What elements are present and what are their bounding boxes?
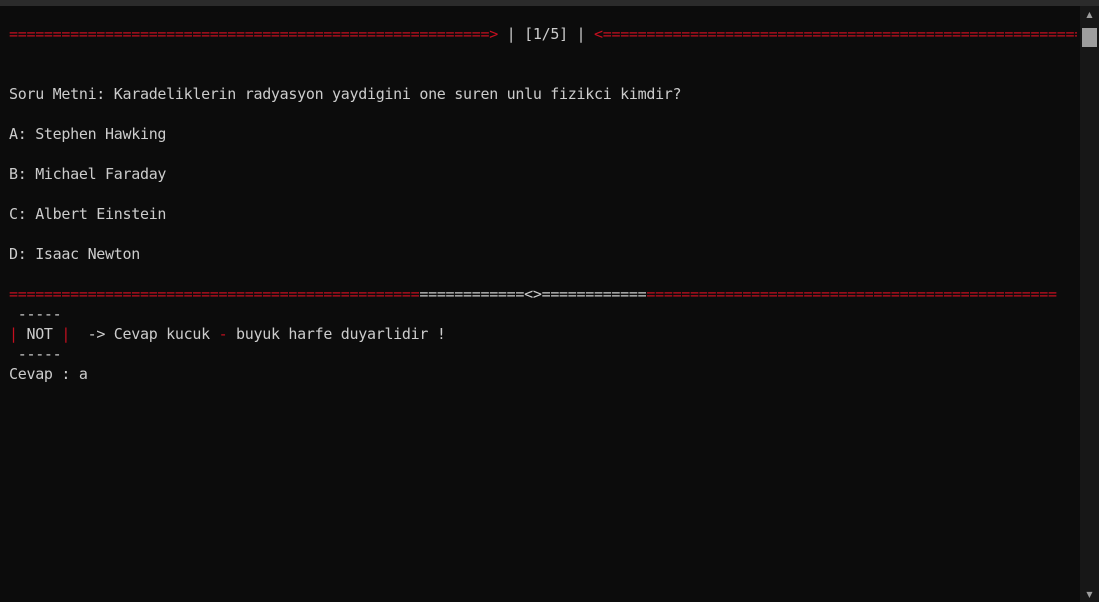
scrollbar-thumb[interactable] [1082,28,1097,47]
question-header: ========================================… [9,24,1077,44]
console-output: ========================================… [9,24,1077,600]
terminal-window: ========================================… [0,0,1099,602]
note-line: | NOT | -> Cevap kucuk - buyuk harfe duy… [9,324,1077,344]
note-bar-left: | [9,325,18,343]
header-sep-left: | [497,25,525,43]
vertical-scrollbar[interactable]: ▲ ▼ [1080,6,1099,602]
option-c: C: Albert Einstein [9,205,167,223]
note-bar-right: | [61,325,71,343]
answer-prompt: Cevap : [9,365,79,383]
divider-middle: ============<>============ [419,285,647,303]
note-dashes-bottom: ----- [9,345,62,363]
note-label: NOT [17,325,62,343]
divider-right: ========================================… [646,285,1057,303]
scroll-down-arrow-icon[interactable]: ▼ [1080,588,1099,602]
divider-line: ========================================… [9,284,1077,304]
answer-input[interactable]: a [79,365,88,383]
note-arrow-text: -> Cevap kucuk [70,325,219,343]
answer-line[interactable]: Cevap : a [9,364,1077,384]
option-b: B: Michael Faraday [9,165,167,183]
question-text: Soru Metni: Karadeliklerin radyasyon yay… [9,85,682,103]
option-a: A: Stephen Hawking [9,125,167,143]
header-left-rule: ========================================… [9,25,498,43]
question-counter: [1/5] [524,25,568,43]
option-d: D: Isaac Newton [9,245,140,263]
header-sep-right: | [567,25,594,43]
header-right-rule: <=======================================… [594,25,1077,43]
note-dashes-top: ----- [9,305,62,323]
window-top-edge [0,0,1099,6]
divider-left: ========================================… [9,285,420,303]
note-rest-text: buyuk harfe duyarlidir ! [227,325,446,343]
note-hyphen: - [218,325,228,343]
scroll-up-arrow-icon[interactable]: ▲ [1080,8,1099,22]
